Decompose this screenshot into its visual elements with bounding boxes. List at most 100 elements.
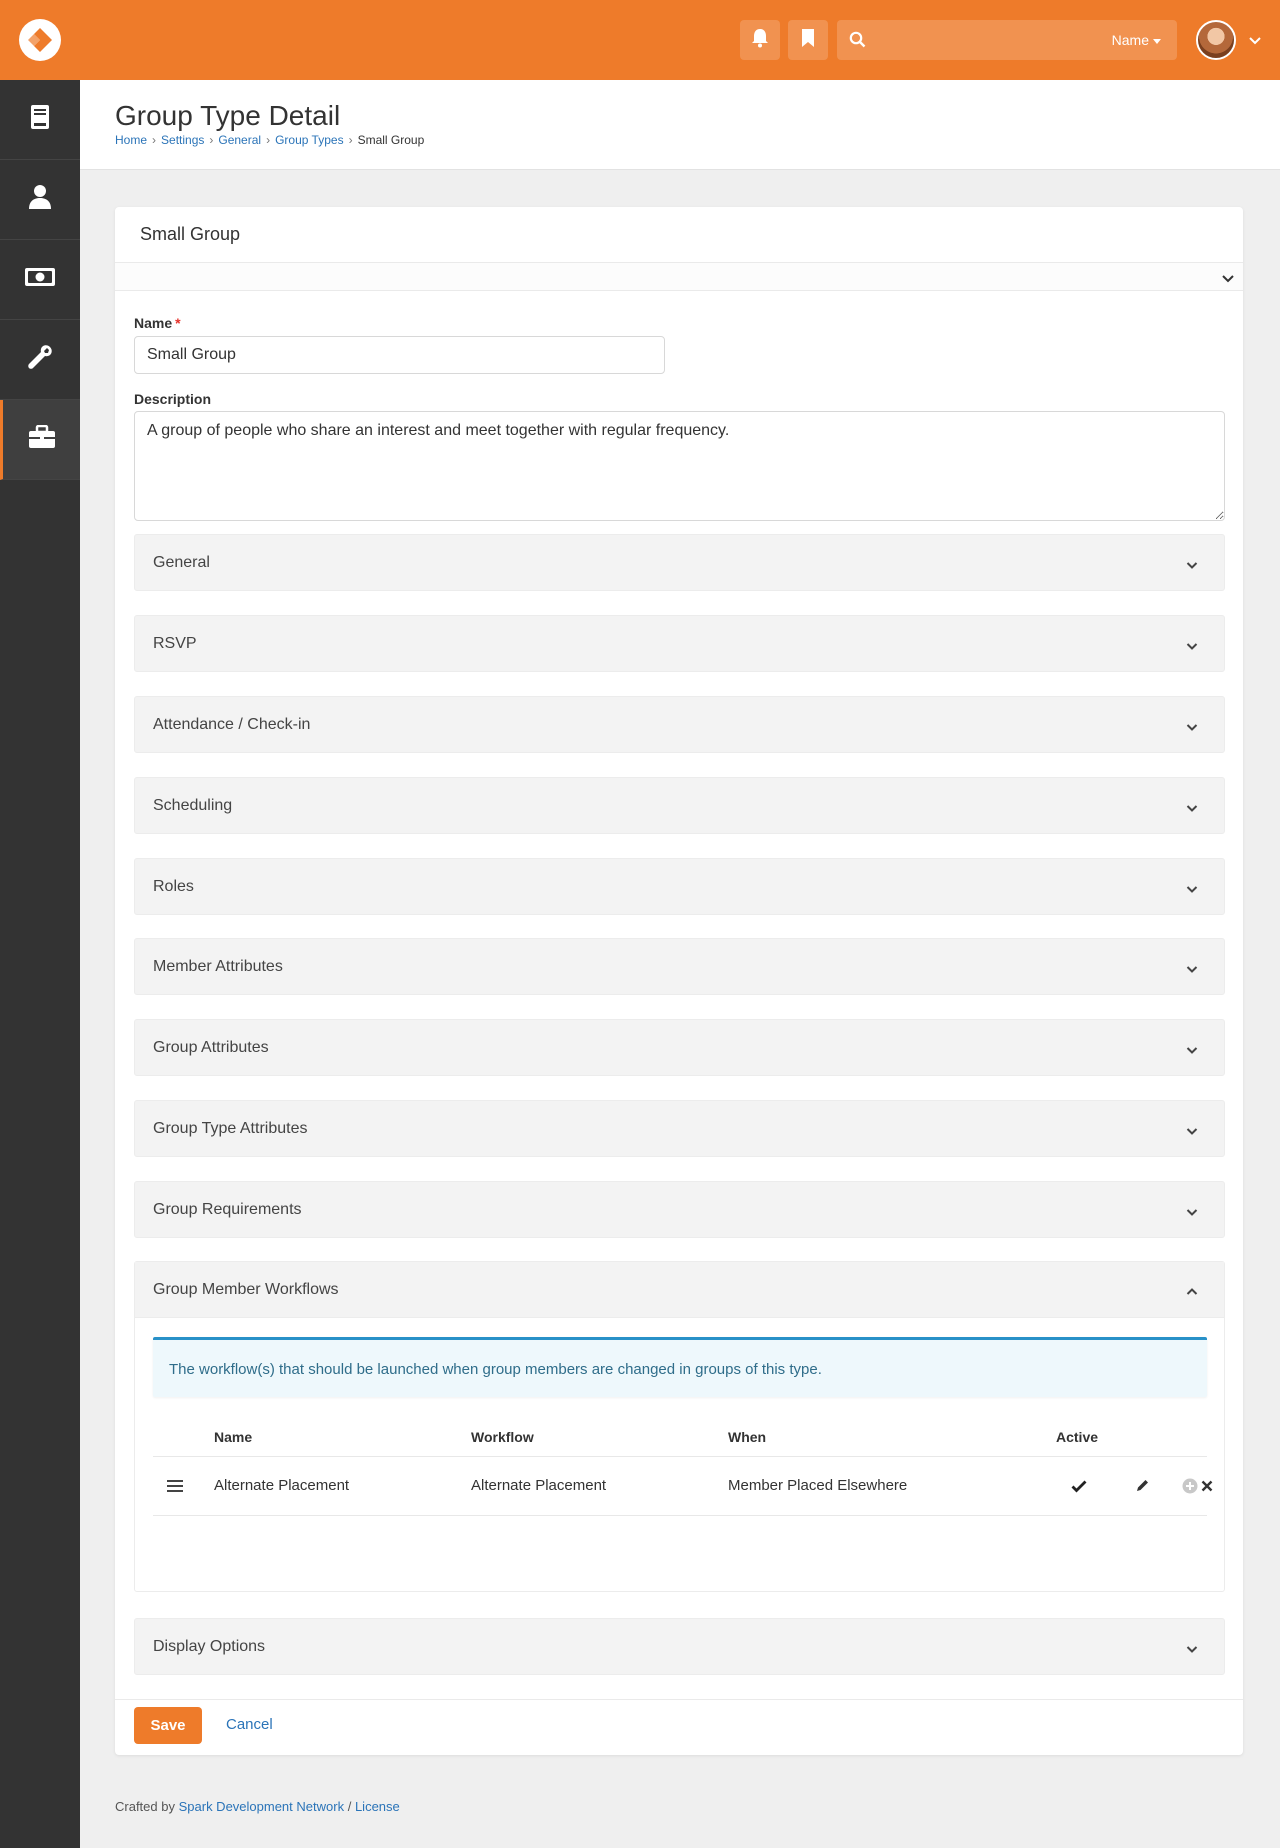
panel-general[interactable]: General [134,534,1225,591]
wrench-icon [27,344,53,375]
drag-handle-icon[interactable] [167,1479,183,1498]
search-scope-dropdown[interactable]: Name [1112,32,1161,48]
panel-title: Scheduling [153,797,233,814]
sidebar-item-people[interactable] [0,160,80,240]
panel-attendance[interactable]: Attendance / Check-in [134,696,1225,753]
chevron-right-icon: › [348,133,353,147]
avatar[interactable] [1196,20,1236,60]
column-header-workflow[interactable]: Workflow [471,1429,534,1445]
chevron-down-icon[interactable] [1248,33,1262,51]
money-icon [24,267,56,292]
name-input[interactable] [134,336,665,374]
page-title: Group Type Detail [115,100,341,131]
save-button[interactable]: Save [134,1707,202,1744]
description-textarea[interactable]: A group of people who share an interest … [134,411,1225,521]
breadcrumb-settings[interactable]: Settings [161,133,204,147]
info-alert: The workflow(s) that should be launched … [153,1337,1207,1397]
logo-icon[interactable] [19,19,61,61]
column-header-when[interactable]: When [728,1429,766,1445]
page-footer: Crafted by Spark Development Network / L… [115,1799,400,1814]
chevron-down-icon[interactable] [1186,638,1198,656]
panel-group-attributes[interactable]: Group Attributes [134,1019,1225,1076]
briefcase-icon [28,424,56,454]
panel-title: Group Attributes [153,1039,269,1056]
cell-name: Alternate Placement [214,1477,350,1494]
name-label: Name * [134,315,181,331]
chevron-right-icon: › [152,133,157,147]
panel-member-attributes[interactable]: Member Attributes [134,938,1225,995]
chevron-down-icon[interactable] [1186,719,1198,737]
chevron-down-icon[interactable] [1186,1204,1198,1222]
breadcrumb-general[interactable]: General [218,133,261,147]
panel-rsvp[interactable]: RSVP [134,615,1225,672]
actions-divider [115,1699,1243,1755]
page-header: Group Type Detail Home › Settings › General ›… [80,80,1280,170]
add-plus-icon[interactable] [1182,1478,1198,1499]
sidebar-item-settings[interactable] [0,400,80,480]
chevron-down-icon[interactable] [1186,1641,1198,1659]
panel-display-options[interactable]: Display Options [134,1618,1225,1675]
panel-header[interactable]: Group Member Workflows [135,1262,1224,1318]
search-icon [849,31,866,53]
breadcrumb-current: Small Group [357,133,425,147]
card-toolbar[interactable] [115,263,1243,291]
footer-sep: / [347,1799,352,1814]
sidebar [0,80,80,1848]
chevron-up-icon[interactable] [1186,1283,1198,1301]
panel-group-type-attributes[interactable]: Group Type Attributes [134,1100,1225,1157]
panel-title: Attendance / Check-in [153,716,311,733]
bookmarks-button[interactable] [788,20,828,60]
chevron-down-icon[interactable] [1186,557,1198,575]
cell-when: Member Placed Elsewhere [728,1477,908,1494]
footer-license-link[interactable]: License [355,1799,400,1814]
panel-group-requirements[interactable]: Group Requirements [134,1181,1225,1238]
bell-icon [751,28,769,53]
chevron-down-icon[interactable] [1221,271,1235,289]
caret-down-icon [1153,38,1161,44]
panel-title: Roles [153,878,194,895]
panel-title: Display Options [153,1638,266,1655]
notifications-button[interactable] [740,20,780,60]
grid-header: Name Workflow When Active [153,1417,1207,1457]
bookmark-icon [801,28,815,53]
panel-title: RSVP [153,635,197,652]
info-alert-text: The workflow(s) that should be launched … [169,1361,822,1378]
cell-workflow: Alternate Placement [471,1477,607,1494]
column-header-name[interactable]: Name [214,1429,252,1445]
table-row[interactable]: Alternate Placement Alternate Placement … [153,1457,1213,1516]
chevron-down-icon[interactable] [1186,961,1198,979]
search-box[interactable]: Name [837,20,1177,60]
book-icon [29,104,51,135]
footer-org-link[interactable]: Spark Development Network [179,1799,344,1814]
chevron-down-icon[interactable] [1186,800,1198,818]
panel-title: General [153,554,210,571]
panel-roles[interactable]: Roles [134,858,1225,915]
check-icon [1071,1479,1087,1498]
required-indicator: * [175,315,181,331]
chevron-down-icon[interactable] [1186,1042,1198,1060]
breadcrumb: Home › Settings › General › Group Types › Small … [115,133,424,147]
panel-group-member-workflows: Group Member Workflows The workflow(s) t… [134,1261,1225,1592]
chevron-right-icon: › [209,133,214,147]
delete-icon[interactable] [1201,1479,1213,1497]
chevron-down-icon[interactable] [1186,1123,1198,1141]
footer-prefix: Crafted by [115,1799,175,1814]
panel-title: Group Type Attributes [153,1120,308,1137]
panel-title: Member Attributes [153,958,283,975]
card-title: Small Group [140,224,241,244]
top-bar: Name [0,0,1280,80]
sidebar-item-admin-tools[interactable] [0,320,80,400]
panel-scheduling[interactable]: Scheduling [134,777,1225,834]
chevron-right-icon: › [266,133,271,147]
panel-title: Group Member Workflows [153,1281,339,1298]
description-label: Description [134,391,212,407]
sidebar-item-finance[interactable] [0,240,80,320]
breadcrumb-home[interactable]: Home [115,133,147,147]
group-type-card: Small Group Name* Description A group of… [115,207,1243,1755]
edit-pencil-icon[interactable] [1135,1478,1150,1498]
chevron-down-icon[interactable] [1186,881,1198,899]
cancel-button[interactable]: Cancel [226,1716,273,1733]
breadcrumb-group-types[interactable]: Group Types [275,133,343,147]
column-header-active[interactable]: Active [1056,1429,1098,1445]
sidebar-item-content[interactable] [0,80,80,160]
